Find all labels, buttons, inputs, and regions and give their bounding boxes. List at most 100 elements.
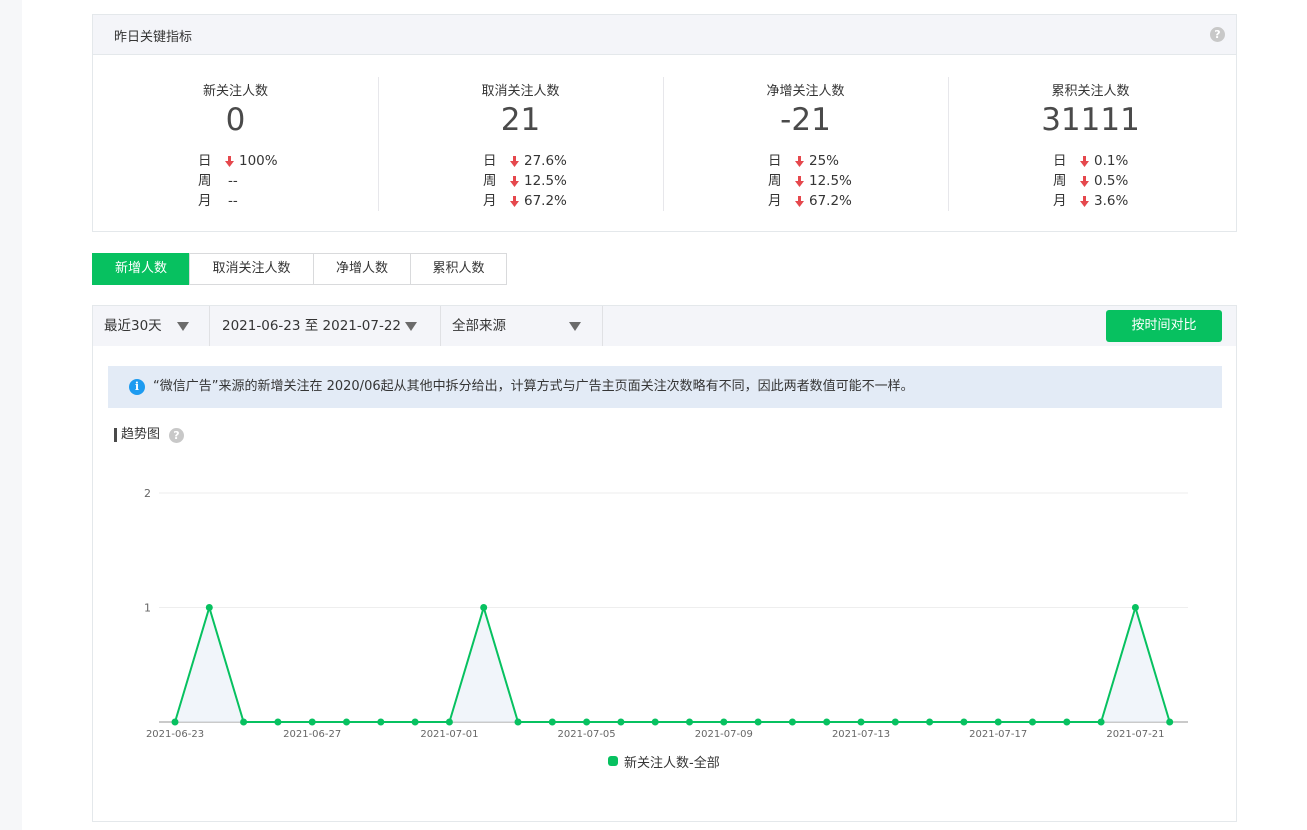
chart-legend[interactable]: 新关注人数-全部 (608, 752, 720, 771)
period-label: 日 (198, 153, 212, 169)
x-tick-label: 2021-07-09 (695, 729, 753, 740)
date-range-value: 2021-06-23 至 2021-07-22 (222, 318, 401, 334)
data-point (1131, 604, 1139, 611)
chevron-down-icon (177, 322, 189, 331)
data-point (823, 718, 831, 726)
legend-label: 新关注人数-全部 (624, 755, 720, 771)
data-point (548, 718, 556, 726)
y-tick-label: 2 (144, 487, 151, 500)
data-point (411, 718, 419, 726)
data-point (754, 718, 762, 726)
info-icon: i (129, 379, 145, 395)
data-point (377, 718, 385, 726)
source-select-value: 全部来源 (452, 318, 506, 334)
metric-label: 新关注人数 (202, 84, 268, 99)
metric-change-row: 日 25% (768, 151, 852, 171)
change-value: 12.5% (809, 173, 852, 189)
period-label: 周 (1053, 173, 1067, 189)
info-notice: i “微信广告”来源的新增关注在 2020/06起从其他中拆分给出，计算方式与广… (108, 366, 1222, 408)
metric-label: 取消关注人数 (481, 84, 560, 99)
data-point (1063, 718, 1071, 726)
notice-text: “微信广告”来源的新增关注在 2020/06起从其他中拆分给出，计算方式与广告主… (153, 379, 914, 394)
series-line (174, 604, 1171, 723)
change-value: 0.1% (1094, 153, 1129, 169)
range-select-value: 最近30天 (104, 318, 162, 334)
change-value: 27.6% (524, 153, 567, 169)
filter-bar: 最近30天 2021-06-23 至 2021-07-22 全部来源 按时间对比 (93, 306, 1236, 346)
arrow-down-icon (1080, 155, 1089, 167)
change-value: -- (228, 193, 238, 209)
compare-by-time-button[interactable]: 按时间对比 (1106, 310, 1222, 342)
data-point (788, 718, 796, 726)
metric-change-list: 日 27.6% 周 12.5% 月 67.2% (483, 151, 567, 211)
tab-2[interactable]: 净增人数 (313, 253, 411, 285)
data-point (891, 718, 899, 726)
metric-block: 新关注人数 0 日 100% 周 -- 月 -- (93, 55, 378, 231)
arrow-down-icon (510, 175, 519, 187)
data-point (308, 718, 316, 726)
period-label: 月 (198, 193, 212, 209)
arrow-down-icon (225, 155, 234, 167)
data-point (514, 718, 522, 726)
data-point (583, 718, 591, 726)
metric-change-row: 周 0.5% (1053, 171, 1128, 191)
metric-value: 31111 (1041, 102, 1140, 138)
source-select[interactable]: 全部来源 (441, 306, 603, 346)
data-point (240, 718, 248, 726)
data-point (171, 718, 179, 726)
tab-3[interactable]: 累积人数 (410, 253, 507, 285)
arrow-down-icon (1080, 195, 1089, 207)
period-label: 月 (1053, 193, 1067, 209)
metric-change-row: 月 67.2% (483, 191, 567, 211)
y-tick-label: 1 (144, 602, 151, 615)
key-metrics-card: 昨日关键指标 ? 新关注人数 0 日 100% 周 -- 月 -- 取消关注人数 21 日 27.6%… (92, 14, 1237, 232)
data-point (617, 718, 625, 726)
period-label: 月 (768, 193, 782, 209)
data-point (480, 604, 488, 611)
date-range-select[interactable]: 2021-06-23 至 2021-07-22 (210, 306, 441, 346)
period-label: 日 (483, 153, 497, 169)
period-label: 周 (483, 173, 497, 189)
metric-value: 0 (225, 102, 246, 138)
chevron-down-icon (569, 322, 581, 331)
metric-change-row: 月 3.6% (1053, 191, 1128, 211)
data-point (651, 718, 659, 726)
metric-change-row: 周 12.5% (483, 171, 567, 191)
trend-chart-title: 趋势图 (114, 426, 160, 444)
metric-change-row: 周 -- (198, 171, 278, 191)
arrow-down-icon (795, 155, 804, 167)
x-tick-label: 2021-06-23 (146, 729, 204, 740)
help-icon[interactable]: ? (1210, 27, 1225, 42)
key-metrics-header: 昨日关键指标 ? (93, 15, 1236, 55)
trend-panel: 最近30天 2021-06-23 至 2021-07-22 全部来源 按时间对比… (92, 305, 1237, 822)
x-tick-label: 2021-07-01 (420, 729, 478, 740)
data-point (926, 718, 934, 726)
data-point (205, 604, 213, 611)
metrics-row: 新关注人数 0 日 100% 周 -- 月 -- 取消关注人数 21 日 27.6% 周 12.5% 月 67… (93, 55, 1236, 231)
metric-tabs: 新增人数 取消关注人数 净增人数 累积人数 (92, 253, 507, 285)
range-select[interactable]: 最近30天 (93, 306, 210, 346)
change-value: 67.2% (809, 193, 852, 209)
x-tick-label: 2021-07-13 (832, 729, 890, 740)
data-point (994, 718, 1002, 726)
metric-change-row: 月 -- (198, 191, 278, 211)
trend-line-chart: 1 2 2021-06-23 2021-06-27 2021-07-01 2021-07-… (144, 487, 1188, 740)
metric-block: 取消关注人数 21 日 27.6% 周 12.5% 月 67.2% (378, 55, 663, 231)
arrow-down-icon (795, 195, 804, 207)
tab-0[interactable]: 新增人数 (92, 253, 190, 285)
metric-block: 净增关注人数 -21 日 25% 周 12.5% 月 67.2% (663, 55, 948, 231)
period-label: 周 (768, 173, 782, 189)
change-value: 100% (239, 153, 278, 169)
change-value: 25% (809, 153, 840, 169)
help-icon[interactable]: ? (169, 428, 184, 443)
change-value: 12.5% (524, 173, 567, 189)
data-point (1097, 718, 1105, 726)
legend-swatch (608, 756, 618, 766)
metric-label: 净增关注人数 (766, 84, 845, 99)
tab-1[interactable]: 取消关注人数 (189, 253, 314, 285)
arrow-down-icon (510, 155, 519, 167)
metric-change-row: 周 12.5% (768, 171, 852, 191)
arrow-down-icon (510, 195, 519, 207)
change-value: 0.5% (1094, 173, 1129, 189)
x-tick-label: 2021-07-17 (969, 729, 1027, 740)
